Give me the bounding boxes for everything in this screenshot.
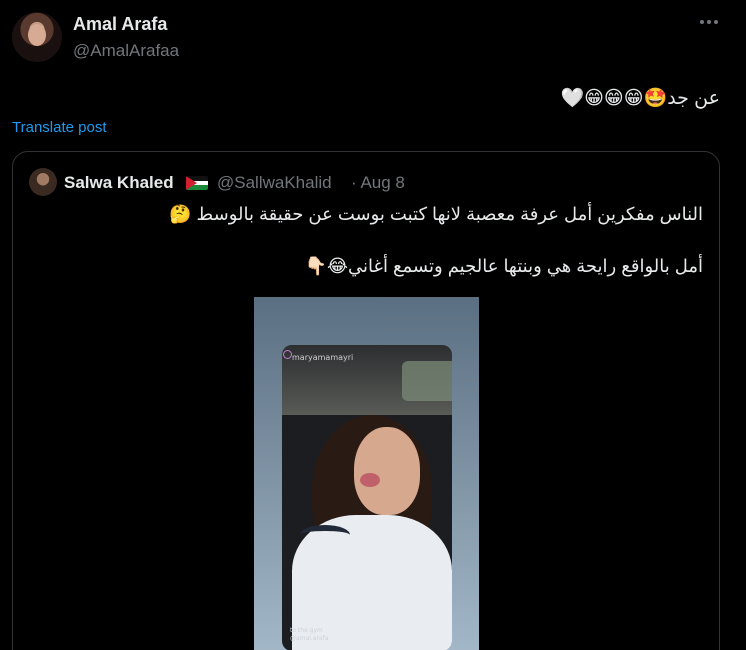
post-text: عن جد🤩😁😁😁🤍 (560, 88, 720, 109)
story-caption-line-2: @amal.arafa (290, 635, 329, 642)
dot (714, 20, 718, 24)
jordan-flag-icon (186, 176, 208, 190)
person-face (354, 427, 420, 515)
quoted-text-line-2: أمل بالواقع رايحة هي وبنتها عالجيم وتسمع… (304, 256, 703, 276)
quoted-post-date[interactable]: · Aug 8 (351, 173, 405, 193)
story-caption: to the gym @amal.arafa (290, 627, 328, 643)
shirt-sleeve-trim (300, 525, 350, 545)
car-window (402, 361, 452, 401)
translate-post-link[interactable]: Translate post (12, 119, 107, 136)
quoted-author-avatar[interactable] (29, 168, 57, 196)
author-name[interactable]: Amal Arafa (73, 14, 167, 35)
story-username: maryamamayri (292, 353, 354, 362)
dot (707, 20, 711, 24)
story-avatar-ring (283, 350, 292, 359)
quoted-text-line-1: الناس مفكرين أمل عرفة معصبة لانها كتبت ب… (169, 204, 703, 224)
author-handle[interactable]: @AmalArafaa (73, 41, 179, 61)
flag-triangle (186, 176, 197, 190)
more-options-icon[interactable] (698, 14, 720, 30)
quoted-post[interactable]: Salwa Khaled @SallwaKhalid · Aug 8 الناس… (12, 151, 720, 650)
story-caption-line-1: to the gym (290, 627, 323, 634)
story-screenshot: maryamamayri to the gym @amal.arafa (282, 345, 452, 650)
quoted-author-name[interactable]: Salwa Khaled (64, 173, 174, 193)
quoted-media-image[interactable]: maryamamayri to the gym @amal.arafa (254, 297, 479, 650)
dot (700, 20, 704, 24)
person-lips (360, 473, 380, 487)
author-avatar[interactable] (12, 12, 62, 62)
quoted-author-handle[interactable]: @SallwaKhalid (217, 173, 332, 193)
